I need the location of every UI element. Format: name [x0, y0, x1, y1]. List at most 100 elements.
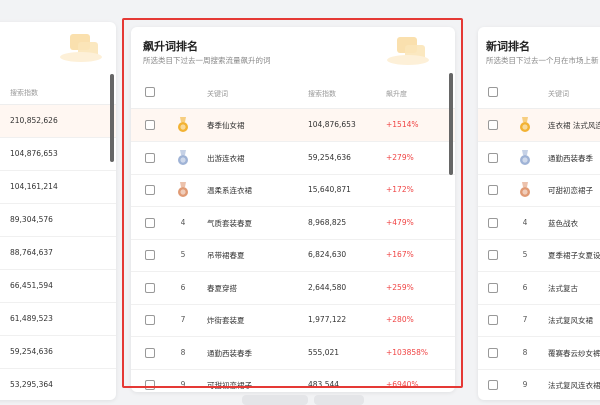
table-row[interactable]: 可甜初恋裙子: [478, 174, 600, 207]
table-row[interactable]: 连衣裙 法式风连: [478, 109, 600, 142]
table-row[interactable]: 66,451,594: [0, 270, 116, 303]
select-all-checkbox[interactable]: [488, 87, 498, 97]
header-keyword: 关键词: [548, 90, 569, 98]
keyword-cell[interactable]: 法式复古: [548, 283, 578, 294]
keyword-cell[interactable]: 春夏穿搭: [207, 283, 237, 294]
table-row[interactable]: 104,876,653: [0, 138, 116, 171]
keyword-cell[interactable]: 法式复风女裙: [548, 315, 593, 326]
rank-number: 6: [180, 282, 186, 292]
table-row[interactable]: 104,161,214: [0, 171, 116, 204]
row-checkbox[interactable]: [145, 347, 155, 358]
row-checkbox[interactable]: [488, 152, 498, 163]
table-row[interactable]: 春季仙女裙 104,876,653 +1514%: [131, 109, 455, 142]
search-index-cell: 59,254,636: [308, 152, 351, 162]
keyword-cell[interactable]: 覆赛春云纱女裤: [548, 348, 600, 359]
keyword-cell[interactable]: 可甜初恋裙子: [207, 380, 252, 391]
row-checkbox[interactable]: [145, 250, 155, 260]
keyword-cell[interactable]: 气质套装春夏: [207, 218, 252, 229]
table-row[interactable]: 4 气质套装春夏 8,968,825 +479%: [131, 207, 455, 240]
keyword-cell[interactable]: 春季仙女裙: [207, 120, 245, 131]
header-rise: 飙升度: [386, 90, 407, 98]
keyword-cell[interactable]: 可甜初恋裙子: [548, 185, 593, 196]
search-index-cell: 104,876,653: [308, 120, 356, 129]
pagination-bar[interactable]: [314, 395, 364, 405]
table-row[interactable]: 9 法式复风连衣裙: [478, 369, 600, 400]
keyword-cell[interactable]: 连衣裙 法式风连: [548, 120, 600, 131]
bronze-medal-icon: [519, 182, 531, 198]
row-checkbox[interactable]: [488, 315, 498, 325]
keyword-cell[interactable]: 出游连衣裙: [207, 153, 245, 164]
rising-keywords-card: 飙升词排名 所选类目下过去一周搜索流量飙升的词 关键词 搜索指数 飙升度 春季仙…: [131, 27, 455, 392]
table-row[interactable]: 5 夏季裙子女夏设: [478, 239, 600, 272]
row-checkbox[interactable]: [488, 347, 498, 358]
search-index-value: 89,304,576: [10, 215, 53, 224]
select-all-checkbox[interactable]: [145, 87, 155, 97]
rise-cell: +172%: [386, 185, 414, 194]
table-row[interactable]: 温柔系连衣裙 15,640,871 +172%: [131, 174, 455, 207]
search-index-cell: 2,644,580: [308, 282, 347, 292]
rise-cell: +167%: [386, 250, 414, 259]
search-index-cell: 6,824,630: [308, 250, 347, 259]
keyword-cell[interactable]: 通勤西装春季: [207, 348, 252, 359]
keyword-cell[interactable]: 吊带裙春夏: [207, 250, 245, 261]
decorative-illustration-icon: [383, 33, 433, 71]
search-index-cell: 555,021: [308, 347, 340, 357]
table-row[interactable]: 59,254,636: [0, 336, 116, 369]
table-row[interactable]: 8 覆赛春云纱女裤: [478, 337, 600, 370]
search-index-value: 104,876,653: [10, 149, 58, 158]
rank-number: 9: [180, 380, 186, 389]
rise-cell: +279%: [386, 152, 414, 162]
rank-number: 7: [522, 315, 528, 324]
bronze-medal-icon: [177, 182, 189, 198]
keyword-cell[interactable]: 炸街套装夏: [207, 315, 245, 326]
table-row[interactable]: 6 法式复古: [478, 272, 600, 305]
keyword-cell[interactable]: 通勤西装春季: [548, 153, 593, 164]
row-checkbox[interactable]: [488, 380, 498, 390]
table-row[interactable]: 6 春夏穿搭 2,644,580 +259%: [131, 272, 455, 305]
row-checkbox[interactable]: [145, 217, 155, 228]
table-row[interactable]: 8 通勤西装春季 555,021 +103858%: [131, 337, 455, 370]
table-row[interactable]: 88,764,637: [0, 237, 116, 270]
row-checkbox[interactable]: [145, 380, 155, 390]
table-row[interactable]: 61,489,523: [0, 303, 116, 336]
row-checkbox[interactable]: [145, 185, 155, 195]
silver-medal-icon: [519, 149, 531, 166]
keyword-cell[interactable]: 温柔系连衣裙: [207, 185, 252, 196]
table-row[interactable]: 89,304,576: [0, 204, 116, 237]
rank-number: 7: [180, 315, 186, 324]
row-checkbox[interactable]: [488, 282, 498, 293]
rank-number: 9: [522, 380, 528, 389]
keyword-cell[interactable]: 蓝色战衣: [548, 218, 578, 229]
row-checkbox[interactable]: [145, 120, 155, 130]
search-index-cell: 1,977,122: [308, 315, 347, 324]
row-checkbox[interactable]: [488, 120, 498, 130]
table-row[interactable]: 53,295,364: [0, 369, 116, 400]
row-checkbox[interactable]: [145, 152, 155, 163]
search-index-value: 88,764,637: [10, 248, 53, 257]
pagination-bar[interactable]: [242, 395, 308, 405]
row-checkbox[interactable]: [488, 185, 498, 195]
row-checkbox[interactable]: [145, 315, 155, 325]
search-index-value: 59,254,636: [10, 347, 53, 356]
scrollbar[interactable]: [449, 73, 453, 175]
table-row[interactable]: 9 可甜初恋裙子 483,544 +6940%: [131, 369, 455, 392]
row-checkbox[interactable]: [488, 217, 498, 228]
table-row[interactable]: 7 炸街套装夏 1,977,122 +280%: [131, 304, 455, 337]
rank-number: 4: [522, 217, 528, 227]
new-keywords-card: 新词排名 所选类目下过去一个月在市场上新 关键词 连衣裙 法式风连 通勤西装春季可…: [478, 27, 600, 400]
keyword-cell[interactable]: 法式复风连衣裙: [548, 380, 600, 391]
keyword-cell[interactable]: 夏季裙子女夏设: [548, 250, 600, 261]
table-row[interactable]: 通勤西装春季: [478, 142, 600, 175]
search-index-value: 66,451,594: [10, 281, 53, 290]
row-checkbox[interactable]: [145, 282, 155, 293]
table-row[interactable]: 210,852,626: [0, 105, 116, 138]
table-row[interactable]: 出游连衣裙 59,254,636 +279%: [131, 142, 455, 175]
search-index-value: 53,295,364: [10, 380, 53, 389]
table-row[interactable]: 5 吊带裙春夏 6,824,630 +167%: [131, 239, 455, 272]
table-row[interactable]: 4 蓝色战衣: [478, 207, 600, 240]
table-row[interactable]: 7 法式复风女裙: [478, 304, 600, 337]
scrollbar[interactable]: [110, 74, 114, 162]
header-keyword: 关键词: [207, 90, 228, 98]
row-checkbox[interactable]: [488, 250, 498, 260]
search-index-value: 210,852,626: [10, 116, 58, 125]
